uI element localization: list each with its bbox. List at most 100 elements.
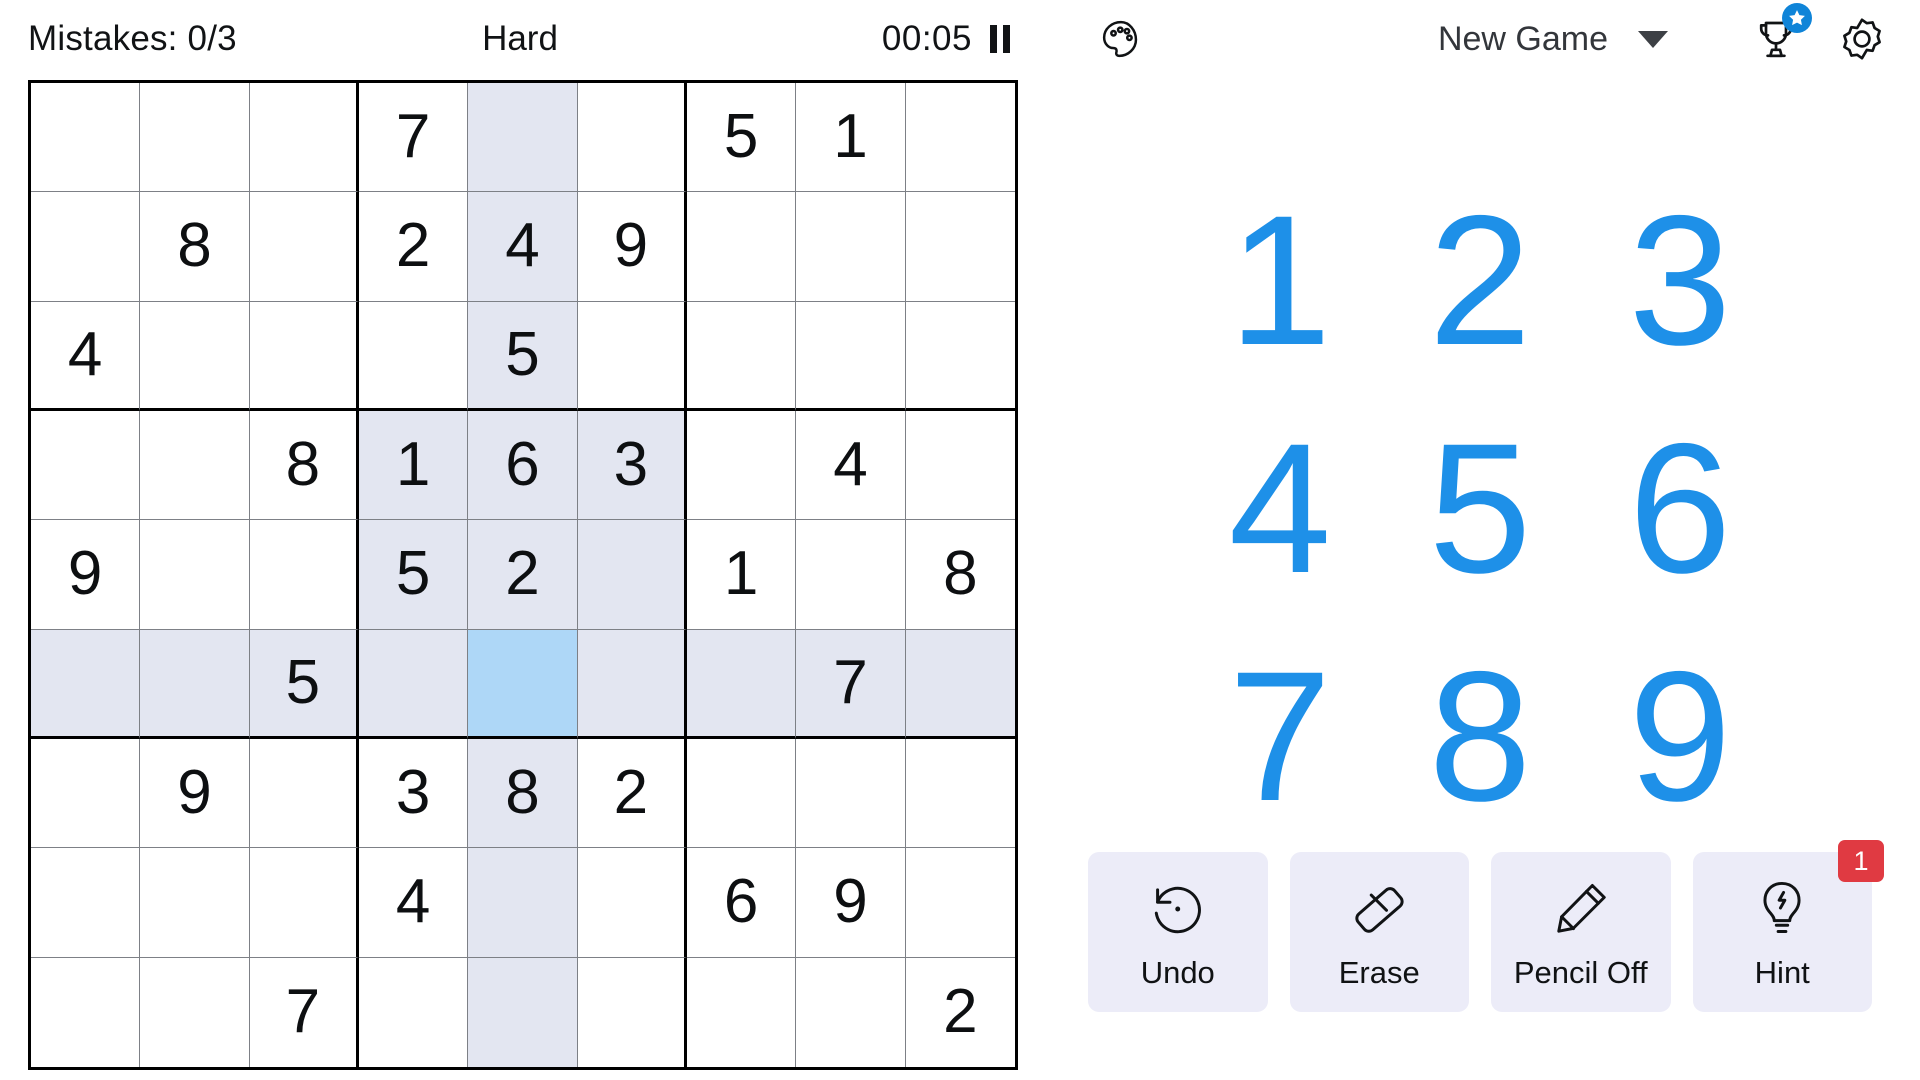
new-game-button[interactable]: New Game [1438,20,1676,59]
numpad-key-3[interactable]: 3 [1580,168,1780,396]
cell-r2-c7[interactable] [687,192,797,302]
numpad-key-6[interactable]: 6 [1580,396,1780,624]
cell-r8-c8[interactable]: 9 [796,848,906,958]
cell-r6-c2[interactable] [140,629,250,739]
numpad-key-9[interactable]: 9 [1580,624,1780,852]
cell-r4-c3[interactable]: 8 [249,411,359,521]
cell-r6-c7[interactable] [687,629,797,739]
cell-r5-c7[interactable]: 1 [687,520,797,630]
cell-r9-c7[interactable] [687,957,797,1067]
cell-r5-c6[interactable] [577,520,687,630]
cell-r8-c5[interactable] [468,848,578,958]
cell-r5-c4[interactable]: 5 [359,520,469,630]
cell-r4-c2[interactable] [140,411,250,521]
cell-r7-c3[interactable] [249,739,359,849]
cell-r1-c8[interactable]: 1 [796,83,906,193]
cell-r9-c8[interactable] [796,957,906,1067]
cell-r7-c4[interactable]: 3 [359,739,469,849]
cell-r3-c6[interactable] [577,301,687,411]
cell-r7-c7[interactable] [687,739,797,849]
pencil-button[interactable]: Pencil Off [1491,852,1671,1012]
cell-r4-c4[interactable]: 1 [359,411,469,521]
cell-r6-c5[interactable] [468,629,578,739]
cell-r5-c1[interactable]: 9 [31,520,141,630]
hint-button[interactable]: Hint 1 [1692,840,1884,1012]
cell-r6-c3[interactable]: 5 [249,629,359,739]
cell-r5-c3[interactable] [249,520,359,630]
cell-r3-c4[interactable] [359,301,469,411]
cell-r5-c5[interactable]: 2 [468,520,578,630]
gear-icon[interactable] [1838,15,1886,63]
cell-r3-c2[interactable] [140,301,250,411]
cell-r1-c5[interactable] [468,83,578,193]
cell-r9-c4[interactable] [359,957,469,1067]
cell-r7-c1[interactable] [31,739,141,849]
cell-r7-c5[interactable]: 8 [468,739,578,849]
sudoku-grid[interactable]: 7 5 1 8 2 4 9 4 5 8 1 6 3 4 9 5 2 1 8 5 7 9 3 8 2 4 6 9 7 2 [28,80,1018,1070]
cell-r9-c6[interactable] [577,957,687,1067]
cell-r2-c1[interactable] [31,192,141,302]
cell-r5-c8[interactable] [796,520,906,630]
cell-r6-c8[interactable]: 7 [796,629,906,739]
cell-r7-c6[interactable]: 2 [577,739,687,849]
cell-r3-c8[interactable] [796,301,906,411]
cell-r9-c1[interactable] [31,957,141,1067]
cell-r7-c9[interactable] [905,739,1015,849]
cell-r5-c9[interactable]: 8 [905,520,1015,630]
numpad-key-4[interactable]: 4 [1180,396,1380,624]
cell-r6-c9[interactable] [905,629,1015,739]
cell-r8-c4[interactable]: 4 [359,848,469,958]
cell-r2-c3[interactable] [249,192,359,302]
cell-r3-c5[interactable]: 5 [468,301,578,411]
cell-r3-c9[interactable] [905,301,1015,411]
cell-r8-c3[interactable] [249,848,359,958]
cell-r4-c6[interactable]: 3 [577,411,687,521]
cell-r9-c5[interactable] [468,957,578,1067]
cell-r4-c9[interactable] [905,411,1015,521]
cell-r3-c7[interactable] [687,301,797,411]
cell-r1-c1[interactable] [31,83,141,193]
cell-r1-c6[interactable] [577,83,687,193]
cell-r1-c2[interactable] [140,83,250,193]
undo-button[interactable]: Undo [1088,852,1268,1012]
cell-r9-c2[interactable] [140,957,250,1067]
trophy-icon[interactable] [1752,3,1812,63]
cell-r4-c7[interactable] [687,411,797,521]
numpad-key-7[interactable]: 7 [1180,624,1380,852]
cell-r1-c3[interactable] [249,83,359,193]
number-pad[interactable]: 123456789 [1040,78,1920,852]
cell-r5-c2[interactable] [140,520,250,630]
cell-r3-c1[interactable]: 4 [31,301,141,411]
numpad-key-5[interactable]: 5 [1380,396,1580,624]
cell-r4-c8[interactable]: 4 [796,411,906,521]
pause-icon[interactable] [988,23,1012,55]
cell-r1-c4[interactable]: 7 [359,83,469,193]
cell-r8-c1[interactable] [31,848,141,958]
cell-r1-c9[interactable] [905,83,1015,193]
cell-r2-c4[interactable]: 2 [359,192,469,302]
numpad-key-1[interactable]: 1 [1180,168,1380,396]
numpad-key-2[interactable]: 2 [1380,168,1580,396]
cell-r4-c1[interactable] [31,411,141,521]
cell-r4-c5[interactable]: 6 [468,411,578,521]
cell-r8-c6[interactable] [577,848,687,958]
cell-r2-c5[interactable]: 4 [468,192,578,302]
cell-r2-c8[interactable] [796,192,906,302]
cell-r6-c1[interactable] [31,629,141,739]
cell-r8-c2[interactable] [140,848,250,958]
cell-r2-c6[interactable]: 9 [577,192,687,302]
cell-r8-c9[interactable] [905,848,1015,958]
cell-r6-c6[interactable] [577,629,687,739]
cell-r7-c2[interactable]: 9 [140,739,250,849]
erase-button[interactable]: Erase [1289,852,1469,1012]
cell-r2-c2[interactable]: 8 [140,192,250,302]
cell-r8-c7[interactable]: 6 [687,848,797,958]
cell-r7-c8[interactable] [796,739,906,849]
cell-r2-c9[interactable] [905,192,1015,302]
palette-icon[interactable] [1098,16,1144,62]
numpad-key-8[interactable]: 8 [1380,624,1580,852]
cell-r6-c4[interactable] [359,629,469,739]
cell-r1-c7[interactable]: 5 [687,83,797,193]
cell-r9-c9[interactable]: 2 [905,957,1015,1067]
cell-r3-c3[interactable] [249,301,359,411]
